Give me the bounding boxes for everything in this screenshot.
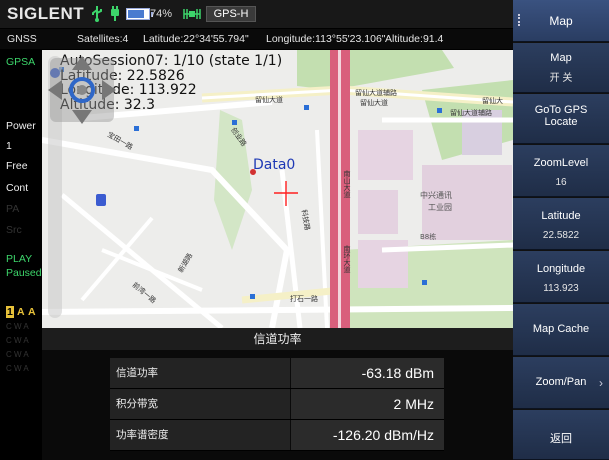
map-toggle-softkey[interactable]: Map 开 关 xyxy=(513,43,609,93)
map-cache-softkey[interactable]: Map Cache xyxy=(513,304,609,356)
poi-label: 工业园 xyxy=(428,203,452,212)
softkey-menu-title: Map xyxy=(513,0,609,42)
softkey-label: GoTo GPS xyxy=(534,104,588,116)
paused-label: Paused xyxy=(6,267,42,279)
trace-a2: A xyxy=(28,306,36,318)
power-label: Power xyxy=(6,120,36,132)
street-label: 南环大道 xyxy=(343,245,351,273)
street-label: 打石一路 xyxy=(290,295,318,303)
street-label: 留仙大道 xyxy=(255,96,283,104)
marker-label: Data0 xyxy=(253,157,296,173)
softkey-label: Latitude xyxy=(541,210,581,222)
table-row: 信道功率 -63.18 dBm xyxy=(110,358,444,389)
softkey-label: Zoom/Pan xyxy=(535,376,587,388)
measurement-label: 信道功率 xyxy=(110,358,290,388)
trace-a1: A xyxy=(17,306,25,318)
chevron-right-icon: › xyxy=(599,376,603,390)
street-label: 南山大道 xyxy=(343,170,351,198)
softkey-value: 16 xyxy=(555,177,567,188)
back-softkey[interactable]: 返回 xyxy=(513,410,609,460)
street-label: 留仙大 xyxy=(482,97,503,105)
softkey-on-off: 开 关 xyxy=(549,73,573,84)
brand-logo: SIGLENT xyxy=(7,4,85,23)
trace-row: C W A xyxy=(6,364,29,373)
menu-dots-icon xyxy=(518,14,520,26)
street-label: 留仙大道辅路 xyxy=(355,89,397,97)
table-row: 积分带宽 2 MHz xyxy=(110,389,444,420)
measurement-label: 功率谱密度 xyxy=(110,420,290,450)
softkey-label: Map xyxy=(550,52,572,64)
softkey-value: 113.923 xyxy=(543,283,579,294)
softkey-label: Locate xyxy=(544,116,578,128)
zoom-pan-softkey[interactable]: Zoom/Pan › xyxy=(513,357,609,409)
softkey-label: Longitude xyxy=(536,263,586,275)
power-value: 1 xyxy=(6,140,12,152)
pan-control[interactable] xyxy=(42,50,122,130)
left-status-column: GPSA Power 1 Free Cont PA Src PLAY Pause… xyxy=(0,50,42,460)
pa-label: PA xyxy=(6,203,20,215)
top-status-bar: SIGLENT 74% GPS-H xyxy=(0,0,513,28)
map-view[interactable]: AutoSession07: 1/10 (state 1/1) Latitude… xyxy=(42,50,513,328)
longitude-softkey[interactable]: Longitude 113.923 xyxy=(513,251,609,303)
bus-stop-marker xyxy=(250,294,255,299)
measurement-value: 2 MHz xyxy=(291,389,444,419)
street-label: 留仙大道 xyxy=(360,99,388,107)
table-row: 功率谱密度 -126.20 dBm/Hz xyxy=(110,420,444,451)
road-lower xyxy=(42,305,513,315)
mode-label[interactable]: GPSA xyxy=(6,56,35,68)
src-label: Src xyxy=(6,224,22,236)
gnss-longitude: Longitude:113°55'23.106" xyxy=(266,33,386,45)
minor-road xyxy=(315,129,329,328)
menu-title-label: Map xyxy=(549,14,573,28)
zoom-level-softkey[interactable]: ZoomLevel 16 xyxy=(513,145,609,197)
building-block xyxy=(358,130,413,180)
softkey-label: Map Cache xyxy=(532,323,590,335)
measurement-value: -126.20 dBm/Hz xyxy=(291,420,444,450)
battery-percent: 74% xyxy=(150,8,173,20)
usb-icon xyxy=(92,6,102,22)
road-nanshan-median xyxy=(338,50,341,328)
street-label: 留仙大道辅路 xyxy=(450,109,492,117)
poi-label: B8栋 xyxy=(420,233,437,241)
measurement-label: 积分带宽 xyxy=(110,389,290,419)
power-plug-icon xyxy=(111,6,119,21)
trace-row: C W A xyxy=(6,322,29,331)
goto-gps-locate-softkey[interactable]: GoTo GPS Locate xyxy=(513,94,609,144)
measurement-value: -63.18 dBm xyxy=(291,358,444,388)
softkey-panel: Map Map 开 关 GoTo GPS Locate ZoomLevel 16… xyxy=(513,0,609,460)
latitude-softkey[interactable]: Latitude 22.5822 xyxy=(513,198,609,250)
gps-mode-badge: GPS-H xyxy=(206,6,256,22)
trace-row: C W A xyxy=(6,336,29,345)
gnss-altitude: Altitude:91.4 xyxy=(385,33,444,45)
gnss-label: GNSS xyxy=(7,33,37,45)
battery-icon xyxy=(126,8,153,20)
softkey-value: 22.5822 xyxy=(542,230,580,241)
crosshair xyxy=(274,181,298,206)
parking-icon xyxy=(96,194,106,206)
trace-row: C W A xyxy=(6,350,29,359)
bus-stop-marker xyxy=(134,126,139,131)
gps-satellite-icon xyxy=(183,9,201,19)
green-area xyxy=(297,50,454,90)
bus-stop-marker xyxy=(437,108,442,113)
cont-label: Cont xyxy=(6,182,29,194)
measurement-panel: 信道功率 信道功率 -63.18 dBm 积分带宽 2 MHz 功率谱密度 -1… xyxy=(42,328,513,460)
gnss-latitude: Latitude:22°34'55.794" xyxy=(143,33,249,45)
battery-level-fill xyxy=(128,10,144,18)
trace-number[interactable]: 1 xyxy=(6,306,14,318)
gnss-info-row: GNSS Satellites:4 Latitude:22°34'55.794"… xyxy=(0,29,513,49)
measurement-title: 信道功率 xyxy=(42,328,513,350)
softkey-label: 返回 xyxy=(550,433,572,445)
measurement-table: 信道功率 -63.18 dBm 积分带宽 2 MHz 功率谱密度 -126.20… xyxy=(110,358,444,451)
poi-label: 中兴通讯 xyxy=(420,191,452,200)
free-label: Free xyxy=(6,160,28,172)
building-block xyxy=(358,190,398,234)
play-label: PLAY xyxy=(6,253,33,265)
bus-stop-marker xyxy=(304,105,309,110)
bus-stop-marker xyxy=(422,280,427,285)
satellites-count: Satellites:4 xyxy=(77,33,129,45)
softkey-label: ZoomLevel xyxy=(533,157,589,169)
